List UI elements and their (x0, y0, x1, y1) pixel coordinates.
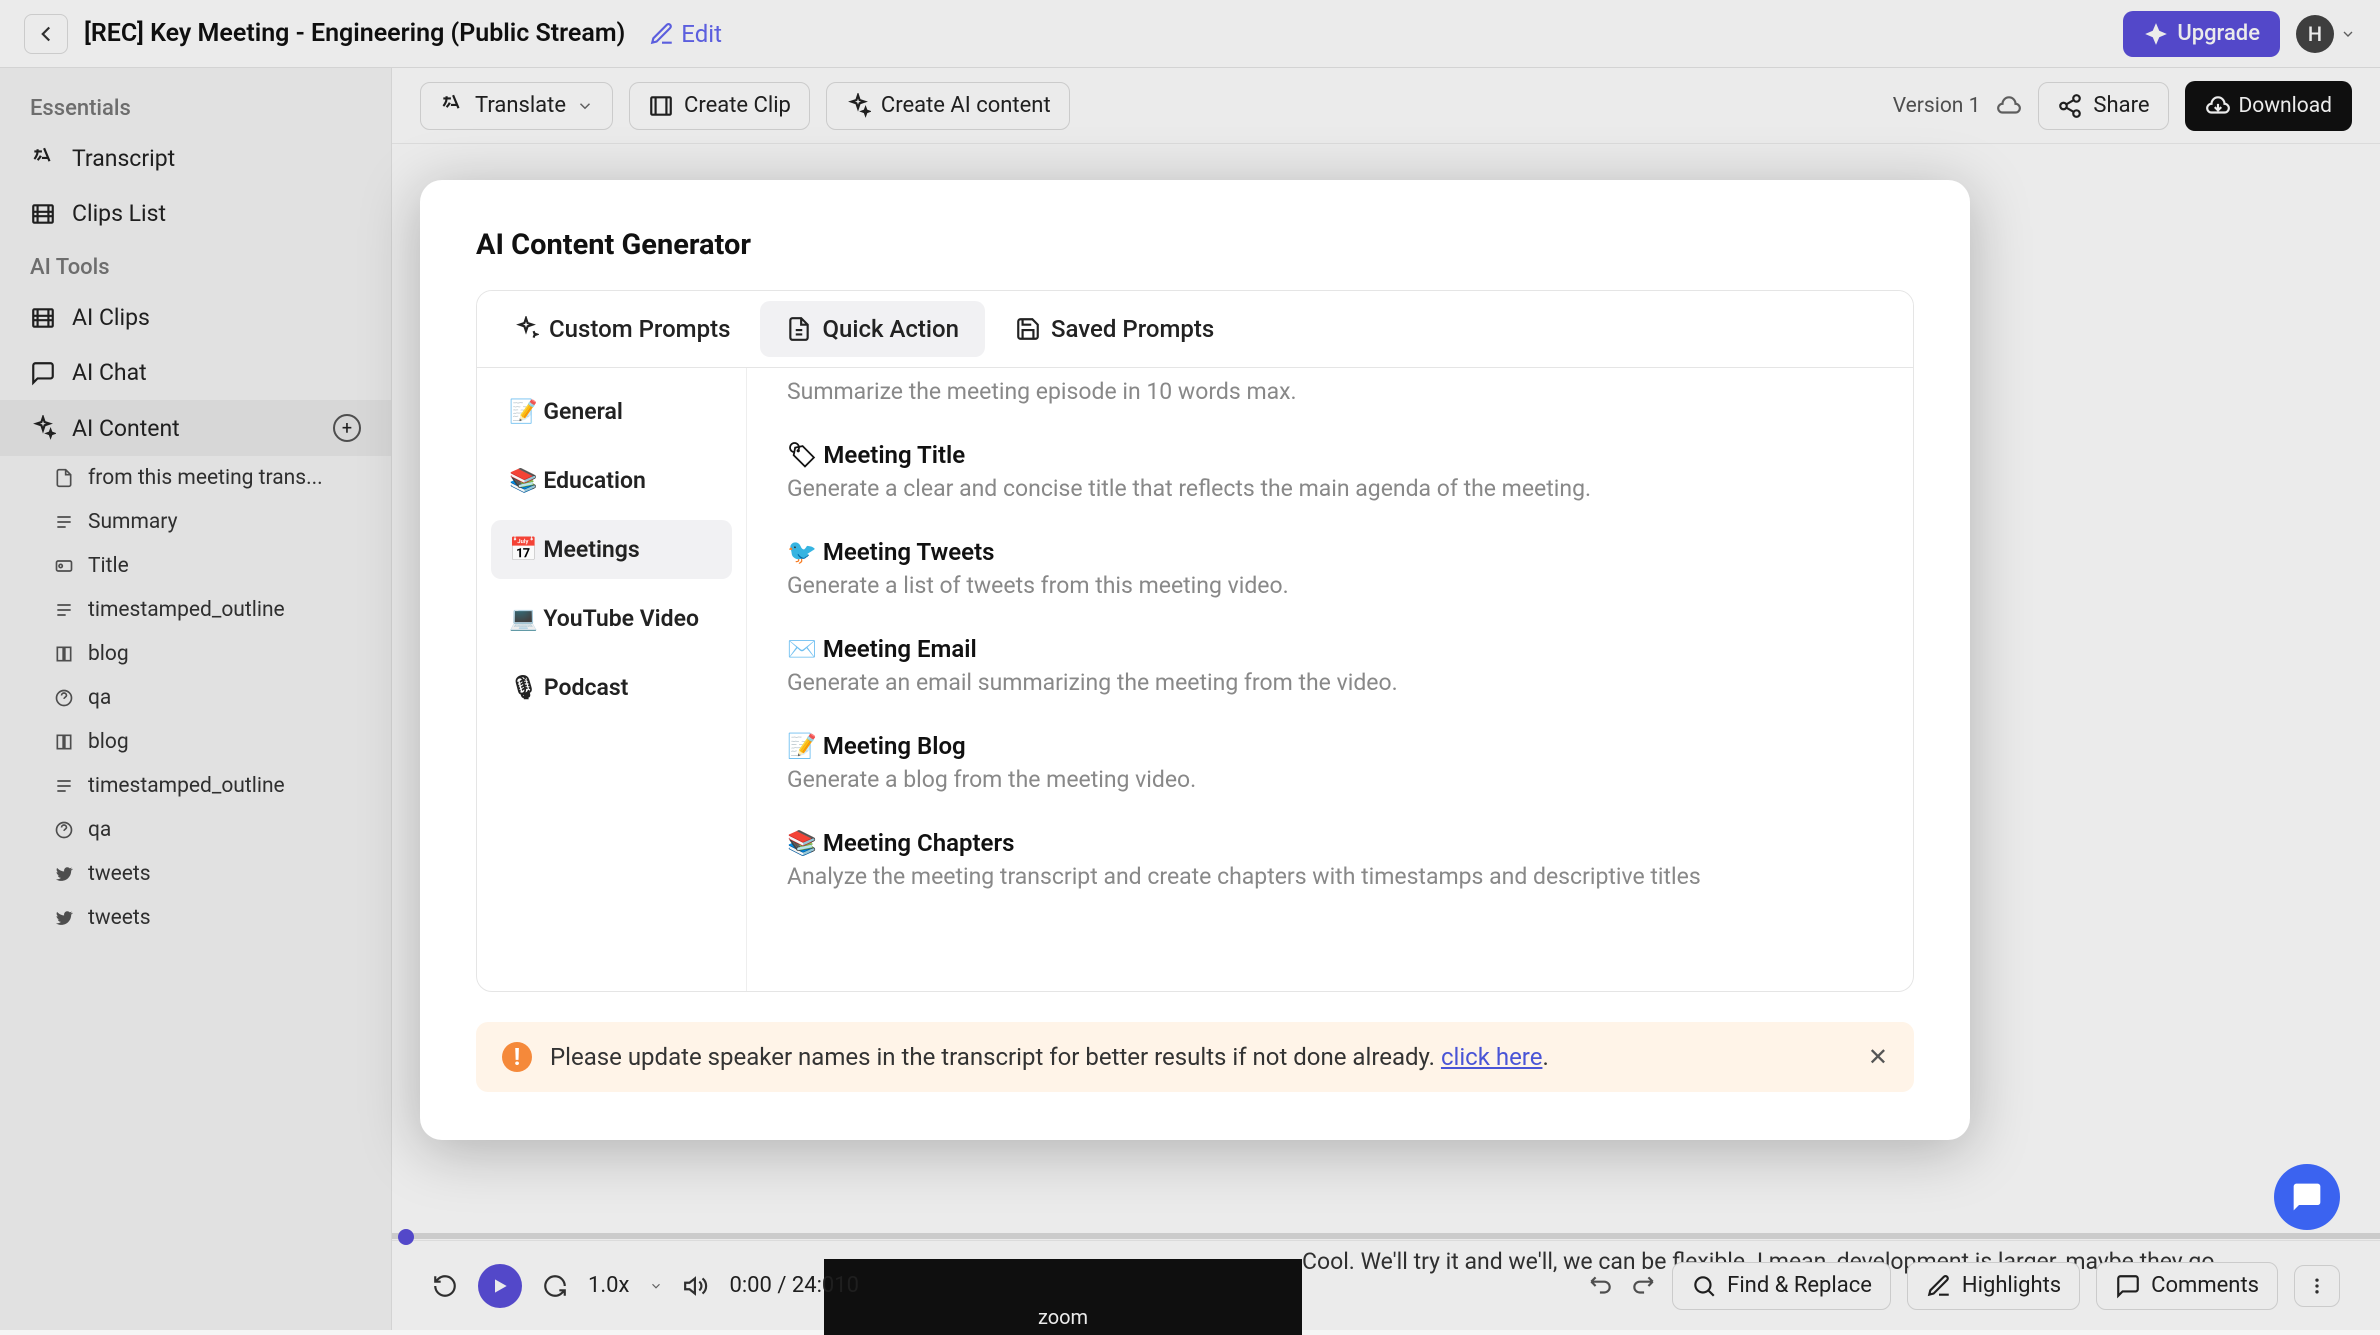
prompt-title: ✉️ Meeting Email (787, 635, 1873, 663)
prompt-desc: Analyze the meeting transcript and creat… (787, 863, 1873, 890)
prompt-desc: Generate a clear and concise title that … (787, 475, 1873, 502)
category-youtube[interactable]: 💻 YouTube Video (491, 589, 732, 648)
prompt-item[interactable]: 🐦 Meeting Tweets Generate a list of twee… (787, 520, 1873, 617)
category-general[interactable]: 📝 General (491, 382, 732, 441)
prompt-item[interactable]: 🏷 Meeting Title Generate a clear and con… (787, 423, 1873, 520)
warning-text: Please update speaker names in the trans… (550, 1043, 1549, 1071)
category-education[interactable]: 📚 Education (491, 451, 732, 510)
prompt-item[interactable]: ✉️ Meeting Email Generate an email summa… (787, 617, 1873, 714)
category-meetings[interactable]: 📅 Meetings (491, 520, 732, 579)
prompt-title: 🏷 Meeting Title (787, 441, 1873, 469)
tab-label: Custom Prompts (549, 315, 730, 343)
prompt-item[interactable]: Summarize the meeting episode in 10 word… (787, 378, 1873, 423)
document-icon (786, 316, 812, 342)
save-icon (1015, 316, 1041, 342)
modal-title: AI Content Generator (476, 228, 1914, 262)
prompt-title: 📝 Meeting Blog (787, 732, 1873, 760)
tab-quick-action[interactable]: Quick Action (760, 301, 985, 357)
chat-fab[interactable] (2274, 1164, 2340, 1230)
category-podcast[interactable]: 🎙 Podcast (491, 658, 732, 717)
prompt-desc: Generate a list of tweets from this meet… (787, 572, 1873, 599)
ai-content-modal: AI Content Generator Custom Prompts Quic… (420, 180, 1970, 1140)
prompt-desc: Generate an email summarizing the meetin… (787, 669, 1873, 696)
tab-saved-prompts[interactable]: Saved Prompts (989, 301, 1240, 357)
tab-label: Quick Action (822, 315, 959, 343)
prompt-item[interactable]: 📚 Meeting Chapters Analyze the meeting t… (787, 811, 1873, 908)
prompt-item[interactable]: 📝 Meeting Blog Generate a blog from the … (787, 714, 1873, 811)
close-warning-button[interactable]: ✕ (1868, 1043, 1888, 1071)
sparkles-icon (513, 316, 539, 342)
warning-link[interactable]: click here (1441, 1043, 1543, 1071)
prompt-desc: Summarize the meeting episode in 10 word… (787, 378, 1873, 405)
warning-banner: ! Please update speaker names in the tra… (476, 1022, 1914, 1092)
warning-icon: ! (502, 1042, 532, 1072)
prompt-title: 🐦 Meeting Tweets (787, 538, 1873, 566)
tab-label: Saved Prompts (1051, 315, 1214, 343)
tab-custom-prompts[interactable]: Custom Prompts (487, 301, 756, 357)
prompt-title: 📚 Meeting Chapters (787, 829, 1873, 857)
chat-icon (2291, 1181, 2323, 1213)
prompt-desc: Generate a blog from the meeting video. (787, 766, 1873, 793)
